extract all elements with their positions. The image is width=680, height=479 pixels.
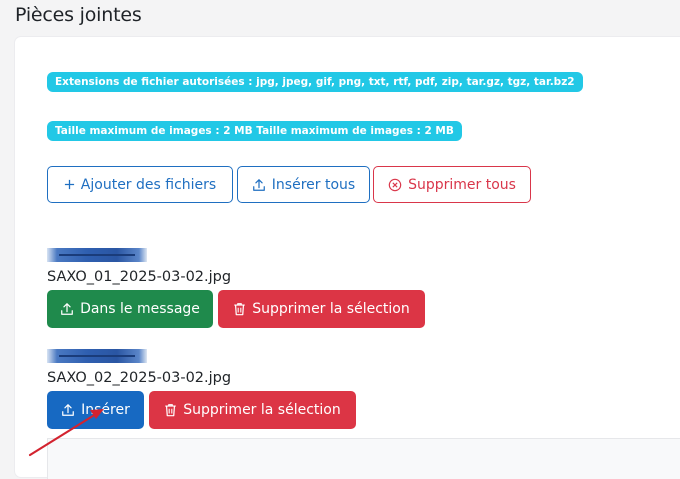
delete-all-button[interactable]: Supprimer tous xyxy=(373,166,531,203)
editor-area[interactable] xyxy=(47,438,680,479)
delete-selection-label: Supprimer la sélection xyxy=(252,301,410,317)
upload-icon xyxy=(62,404,74,416)
attachment-thumbnail xyxy=(47,349,147,363)
attachment-file-name: SAXO_02_2025-03-02.jpg xyxy=(47,370,232,386)
insert-button[interactable]: Insérer xyxy=(47,391,144,429)
trash-icon xyxy=(234,303,245,316)
in-message-button[interactable]: Dans le message xyxy=(47,290,213,328)
allowed-extensions-badge: Extensions de fichier autorisées : jpg, … xyxy=(47,72,583,92)
insert-all-button[interactable]: Insérer tous xyxy=(237,166,370,203)
max-size-badge: Taille maximum de images : 2 MB Taille m… xyxy=(47,121,462,141)
attachment-file-name: SAXO_01_2025-03-02.jpg xyxy=(47,269,232,285)
delete-selection-button[interactable]: Supprimer la sélection xyxy=(149,391,356,429)
plus-icon xyxy=(64,179,74,190)
attachment-thumbnail xyxy=(47,248,147,262)
insert-all-label: Insérer tous xyxy=(271,176,356,193)
page-title: Pièces jointes xyxy=(15,4,142,26)
insert-label: Insérer xyxy=(81,402,130,418)
trash-icon xyxy=(165,404,176,417)
add-files-button[interactable]: Ajouter des fichiers xyxy=(47,166,233,203)
in-message-label: Dans le message xyxy=(80,301,200,317)
delete-selection-button[interactable]: Supprimer la sélection xyxy=(218,290,425,328)
upload-icon xyxy=(252,178,265,191)
upload-icon xyxy=(61,303,73,315)
add-files-label: Ajouter des fichiers xyxy=(80,176,217,193)
circle-x-icon xyxy=(388,178,402,191)
delete-selection-label: Supprimer la sélection xyxy=(183,402,341,418)
delete-all-label: Supprimer tous xyxy=(408,176,516,193)
